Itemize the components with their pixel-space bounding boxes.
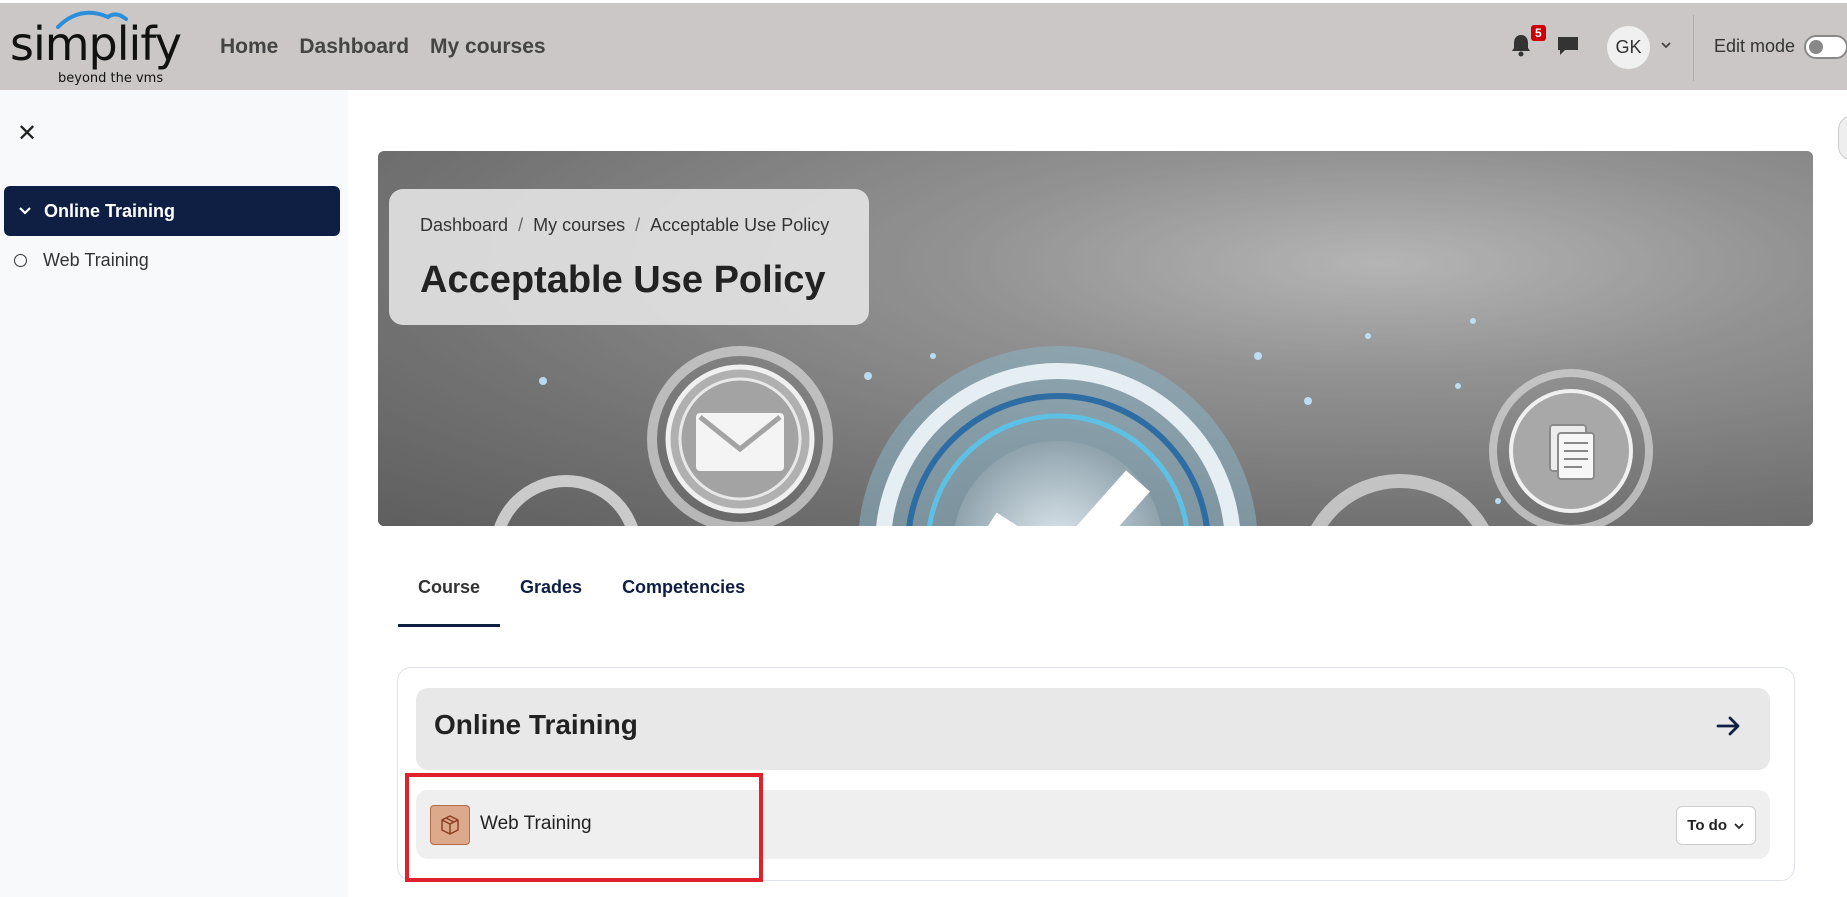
tab-course[interactable]: Course	[398, 565, 501, 627]
sidebar-item-label: Web Training	[43, 250, 149, 270]
messages-icon[interactable]	[1556, 35, 1580, 57]
nav-dashboard-link[interactable]: Dashboard	[299, 35, 409, 59]
close-drawer-icon[interactable]: ✕	[17, 122, 37, 146]
breadcrumb-current-course[interactable]: Acceptable Use Policy	[650, 215, 829, 236]
breadcrumb: Dashboard / My courses / Acceptable Use …	[420, 215, 829, 236]
completion-circle-icon	[14, 254, 27, 267]
course-banner: Dashboard / My courses / Acceptable Use …	[378, 151, 1813, 526]
tab-grades[interactable]: Grades	[500, 565, 602, 627]
brand-logo[interactable]: simplify beyond the vms	[10, 9, 182, 86]
arrow-right-icon[interactable]	[1716, 715, 1742, 737]
course-section-card: Online Training Web Training To do	[397, 667, 1795, 881]
brand-name: simplify	[10, 17, 182, 71]
chevron-down-icon	[1734, 822, 1744, 829]
breadcrumb-separator: /	[518, 215, 524, 235]
primary-nav: Home Dashboard My courses	[220, 3, 546, 90]
edit-mode-label: Edit mode	[1714, 36, 1796, 56]
section-header[interactable]: Online Training	[416, 688, 1770, 770]
nav-my-courses-link[interactable]: My courses	[430, 35, 546, 59]
edit-mode-toggle[interactable]	[1804, 35, 1847, 59]
scorm-package-icon[interactable]	[430, 805, 470, 845]
course-index-drawer: ✕ Online Training Web Training	[0, 90, 348, 897]
section-title: Online Training	[434, 709, 638, 740]
brand-tagline: beyond the vms	[58, 71, 164, 86]
breadcrumb-dashboard[interactable]: Dashboard	[420, 215, 508, 236]
chevron-down-icon	[18, 206, 32, 216]
sidebar-section-label: Online Training	[44, 200, 176, 221]
nav-divider	[1693, 15, 1694, 81]
toggle-knob	[1809, 40, 1823, 54]
top-navbar: simplify beyond the vms Home Dashboard M…	[0, 3, 1847, 90]
activity-item-web-training: Web Training To do	[416, 790, 1770, 859]
page-header-card: Dashboard / My courses / Acceptable Use …	[389, 189, 869, 325]
completion-status-label: To do	[1687, 817, 1727, 834]
user-avatar[interactable]: GK	[1607, 26, 1650, 69]
breadcrumb-separator: /	[635, 215, 641, 235]
notification-bell-icon[interactable]	[1510, 33, 1532, 57]
notification-count-badge: 5	[1531, 25, 1546, 41]
sidebar-item-web-training[interactable]: Web Training	[14, 250, 149, 271]
nav-home-link[interactable]: Home	[220, 35, 278, 59]
sidebar-section-online-training[interactable]: Online Training	[4, 186, 340, 236]
chevron-down-icon[interactable]	[1660, 40, 1672, 50]
right-drawer-toggle[interactable]	[1838, 115, 1847, 161]
activity-link[interactable]: Web Training	[480, 813, 592, 835]
course-tabs: Course Grades Competencies	[398, 565, 765, 627]
page-title: Acceptable Use Policy	[420, 259, 826, 301]
tab-competencies[interactable]: Competencies	[602, 565, 765, 627]
completion-status-dropdown[interactable]: To do	[1676, 806, 1756, 845]
breadcrumb-my-courses[interactable]: My courses	[533, 215, 625, 236]
